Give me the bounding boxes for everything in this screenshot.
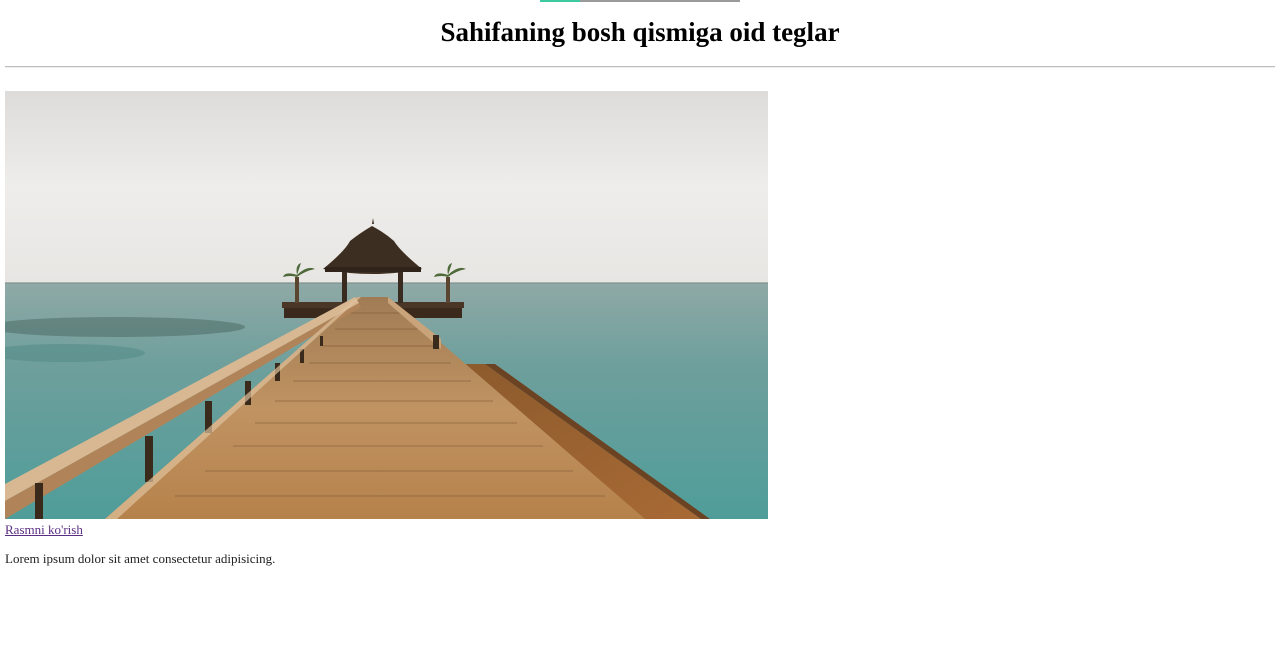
body-paragraph: Lorem ipsum dolor sit amet consectetur a… — [5, 551, 276, 566]
divider — [5, 66, 1275, 68]
view-image-link[interactable]: Rasmni ko'rish — [5, 522, 83, 538]
pier-photo — [5, 91, 768, 519]
top-accent-bar — [540, 0, 740, 2]
page-title: Sahifaning bosh qismiga oid teglar — [440, 17, 840, 47]
